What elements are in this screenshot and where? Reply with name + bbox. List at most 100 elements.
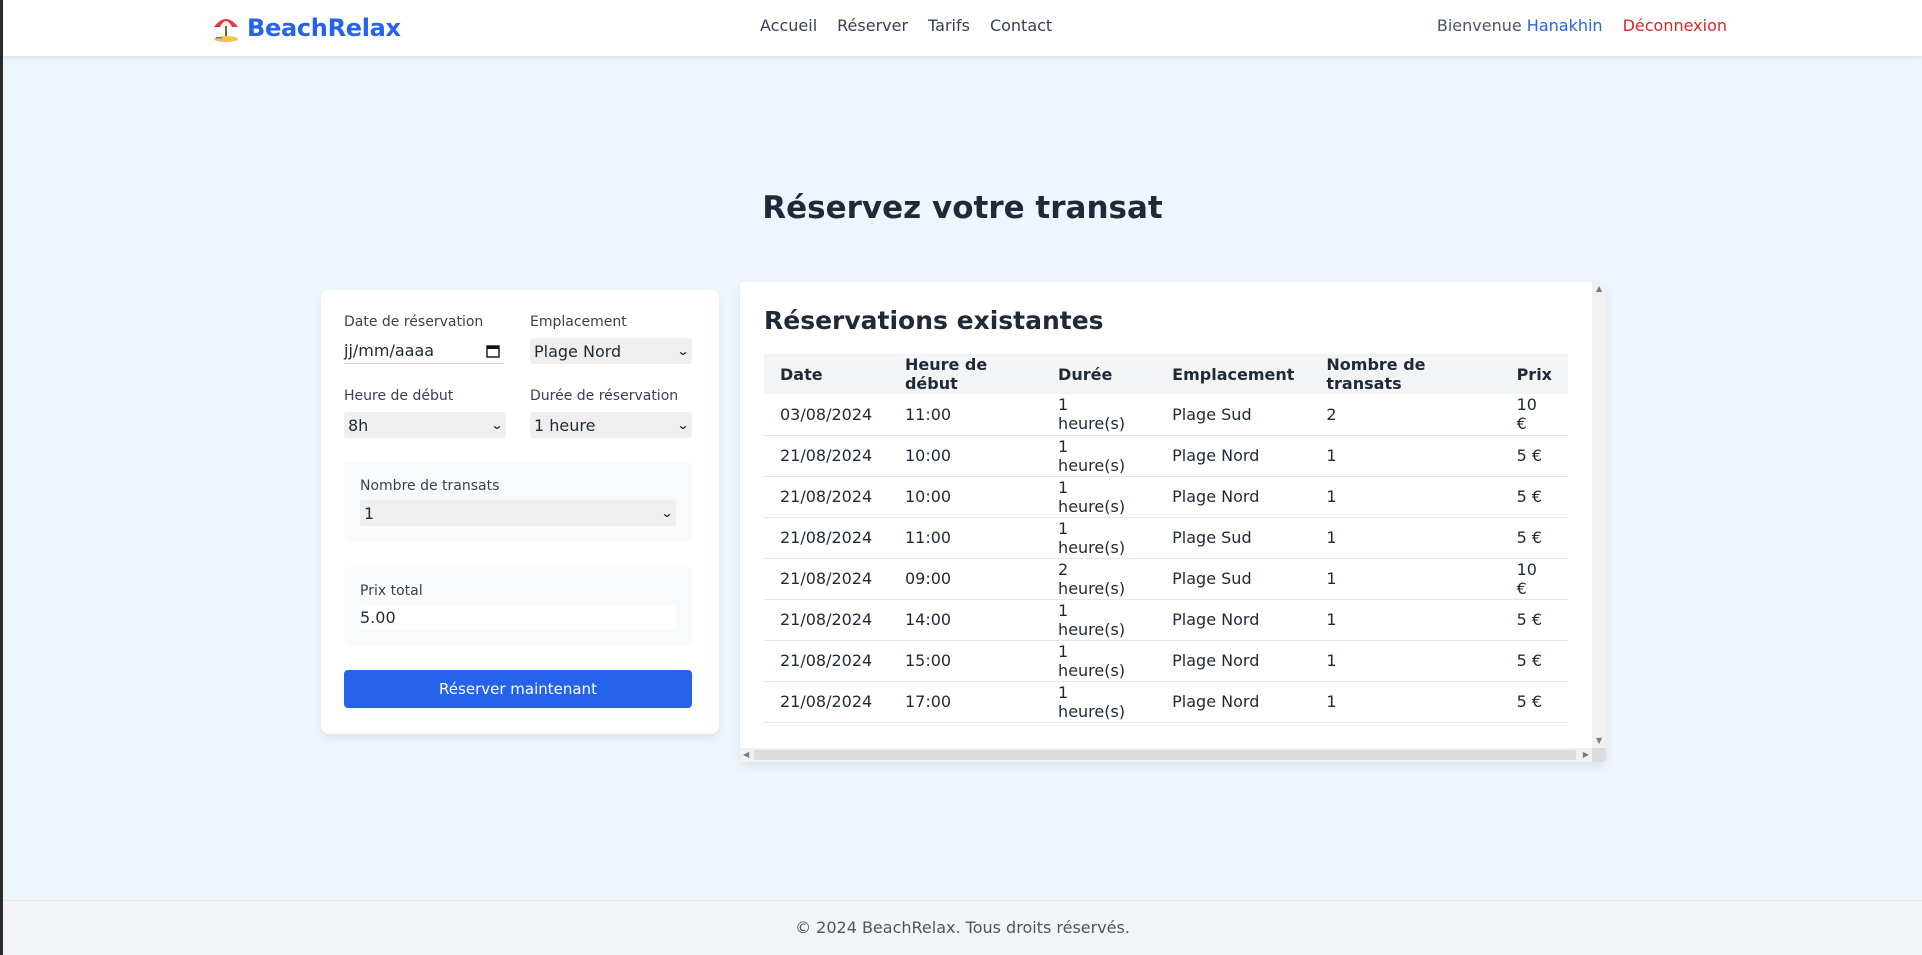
date-input[interactable]: jj/mm/aaaa	[344, 338, 504, 364]
cell-count: 1	[1310, 599, 1501, 641]
start-time-select[interactable]: 8h ⌄	[344, 412, 506, 438]
nav-link-reserver[interactable]: Réserver	[837, 16, 908, 35]
cell-count: 1	[1310, 558, 1501, 600]
scroll-down-arrow-icon[interactable]: ▼	[1596, 737, 1602, 745]
cell-duration: 1 heure(s)	[1042, 476, 1157, 518]
horizontal-scrollbar[interactable]: ◀ ▶	[740, 748, 1592, 762]
location-select[interactable]: Plage Nord ⌄	[530, 338, 692, 364]
page-title: Réservez votre transat	[762, 190, 1163, 226]
table-row: 21/08/2024 17:00 1 heure(s) Plage Nord 1…	[764, 681, 1568, 723]
cell-price: 5 €	[1500, 517, 1568, 559]
start-time-value: 8h	[348, 415, 369, 435]
cell-price: 5 €	[1500, 599, 1568, 641]
cell-location: Plage Sud	[1156, 394, 1311, 436]
cell-date: 21/08/2024	[764, 681, 889, 723]
horizontal-scroll-thumb[interactable]	[754, 750, 1576, 760]
cell-price: 10 €	[1500, 394, 1568, 436]
nav-link-tarifs[interactable]: Tarifs	[928, 16, 970, 35]
cell-count: 1	[1310, 517, 1501, 559]
column-header: Heure de début	[888, 354, 1043, 394]
welcome-text: Bienvenue Hanakhin	[1437, 16, 1603, 35]
cell-location: Plage Nord	[1156, 435, 1311, 477]
username: Hanakhin	[1526, 16, 1603, 35]
brand-logo[interactable]: BeachRelax	[211, 12, 401, 44]
price-label: Prix total	[360, 583, 423, 599]
duration-value: 1 heure	[534, 415, 596, 435]
location-value: Plage Nord	[534, 341, 622, 361]
cell-count: 1	[1310, 435, 1501, 477]
cell-price: 5 €	[1500, 476, 1568, 518]
cell-location: Plage Nord	[1156, 599, 1311, 641]
nav-link-contact[interactable]: Contact	[990, 16, 1052, 35]
column-header: Date	[764, 354, 889, 394]
beach-umbrella-icon	[214, 19, 238, 42]
cell-duration: 1 heure(s)	[1042, 681, 1157, 723]
welcome-prefix: Bienvenue	[1436, 16, 1522, 35]
cell-date: 03/08/2024	[764, 394, 889, 436]
cell-start: 10:00	[888, 435, 1043, 477]
column-header: Emplacement	[1156, 354, 1311, 394]
count-value: 1	[364, 503, 375, 523]
price-field[interactable]: 5.00	[360, 605, 676, 629]
cell-price: 5 €	[1500, 435, 1568, 477]
start-time-label: Heure de début	[344, 388, 454, 404]
main-nav: Accueil Réserver Tarifs Contact	[760, 16, 1052, 35]
date-value: jj/mm/aaaa	[344, 341, 435, 360]
cell-date: 21/08/2024	[764, 476, 889, 518]
copyright-text: © 2024 BeachRelax. Tous droits réservés.	[795, 918, 1130, 937]
cell-start: 10:00	[888, 476, 1043, 518]
reserve-now-button[interactable]: Réserver maintenant	[344, 670, 692, 708]
table-row: 03/08/2024 11:00 1 heure(s) Plage Sud 2 …	[764, 394, 1568, 436]
cell-count: 1	[1310, 640, 1501, 682]
calendar-icon[interactable]	[486, 344, 500, 358]
reservations-table: Date Heure de début Durée Emplacement No…	[764, 354, 1568, 723]
table-row: 21/08/2024 14:00 1 heure(s) Plage Nord 1…	[764, 599, 1568, 641]
scroll-right-arrow-icon[interactable]: ▶	[1583, 751, 1589, 759]
top-navbar: BeachRelax Accueil Réserver Tarifs Conta…	[3, 0, 1922, 56]
vertical-scrollbar[interactable]: ▲ ▼	[1592, 282, 1606, 748]
cell-start: 11:00	[888, 394, 1043, 436]
footer: © 2024 BeachRelax. Tous droits réservés.	[3, 900, 1922, 955]
cell-location: Plage Sud	[1156, 558, 1311, 600]
cell-count: 1	[1310, 681, 1501, 723]
cell-start: 15:00	[888, 640, 1043, 682]
duration-select[interactable]: 1 heure ⌄	[530, 412, 692, 438]
cell-date: 21/08/2024	[764, 599, 889, 641]
cell-duration: 1 heure(s)	[1042, 599, 1157, 641]
table-header-row: Date Heure de début Durée Emplacement No…	[764, 354, 1568, 394]
column-header: Nombre de transats	[1310, 354, 1501, 394]
cell-price: 10 €	[1500, 558, 1568, 600]
cell-start: 14:00	[888, 599, 1043, 641]
location-label: Emplacement	[530, 314, 627, 330]
cell-count: 1	[1310, 476, 1501, 518]
cell-location: Plage Sud	[1156, 517, 1311, 559]
logout-link[interactable]: Déconnexion	[1623, 16, 1727, 35]
count-section: Nombre de transats 1 ⌄	[344, 462, 692, 542]
cell-duration: 1 heure(s)	[1042, 517, 1157, 559]
reservations-panel[interactable]: Réservations existantes Date Heure de dé…	[740, 282, 1606, 762]
table-row: 21/08/2024 15:00 1 heure(s) Plage Nord 1…	[764, 640, 1568, 682]
count-select[interactable]: 1 ⌄	[360, 500, 676, 526]
scrollbar-corner	[1592, 748, 1606, 762]
column-header: Durée	[1042, 354, 1157, 394]
cell-location: Plage Nord	[1156, 640, 1311, 682]
cell-start: 17:00	[888, 681, 1043, 723]
cell-date: 21/08/2024	[764, 517, 889, 559]
cell-date: 21/08/2024	[764, 640, 889, 682]
duration-label: Durée de réservation	[530, 388, 679, 404]
table-row: 21/08/2024 09:00 2 heure(s) Plage Sud 1 …	[764, 558, 1568, 600]
column-header: Prix	[1500, 354, 1568, 394]
cell-start: 09:00	[888, 558, 1043, 600]
cell-price: 5 €	[1500, 640, 1568, 682]
chevron-down-icon: ⌄	[676, 418, 690, 432]
scroll-left-arrow-icon[interactable]: ◀	[743, 751, 749, 759]
brand-name: BeachRelax	[247, 14, 401, 42]
chevron-down-icon: ⌄	[490, 418, 504, 432]
cell-duration: 1 heure(s)	[1042, 435, 1157, 477]
table-row: 21/08/2024 10:00 1 heure(s) Plage Nord 1…	[764, 476, 1568, 518]
scroll-up-arrow-icon[interactable]: ▲	[1596, 285, 1602, 293]
cell-start: 11:00	[888, 517, 1043, 559]
cell-location: Plage Nord	[1156, 681, 1311, 723]
reservations-title: Réservations existantes	[764, 306, 1104, 335]
nav-link-accueil[interactable]: Accueil	[760, 16, 817, 35]
